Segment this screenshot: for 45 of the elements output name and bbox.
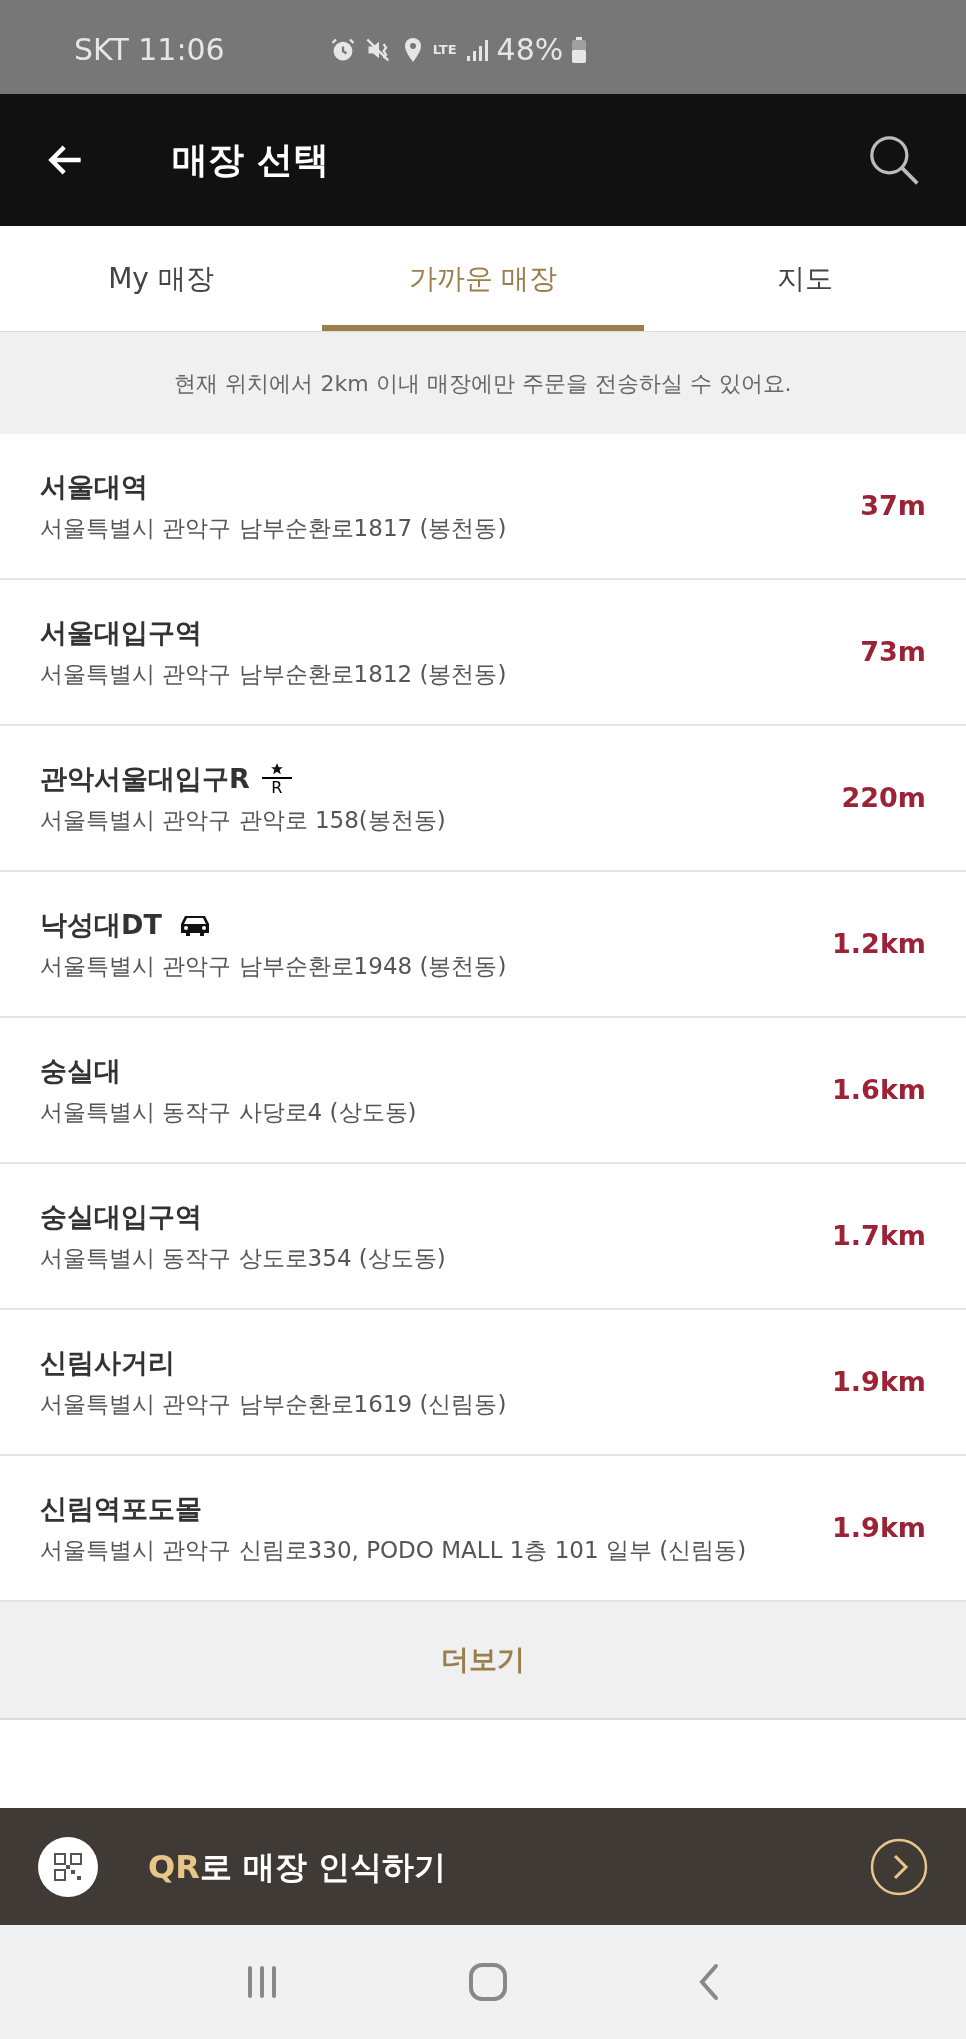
store-name: 관악서울대입구R (40, 761, 250, 796)
tab[interactable]: 지도 (644, 226, 966, 331)
chevron-right-icon (870, 1837, 928, 1896)
store-row[interactable]: 관악서울대입구R R 서울특별시 관악구 관악로 158(봉천동) 220m (0, 726, 966, 872)
signal-icon (464, 37, 489, 62)
qr-bar[interactable]: QR로 매장 인식하기 (0, 1808, 966, 1925)
network-label: LTE (432, 43, 457, 56)
store-distance: 37m (860, 488, 926, 523)
store-distance: 73m (860, 634, 926, 669)
store-address: 서울특별시 동작구 상도로354 (상도동) (40, 1244, 447, 1273)
battery-icon (571, 35, 588, 64)
qr-scan-label: QR로 매장 인식하기 (148, 1846, 447, 1888)
carrier-time: SKT 11:06 (74, 31, 225, 69)
page-title: 매장 선택 (172, 138, 329, 182)
store-row[interactable]: 숭실대입구역 서울특별시 동작구 상도로354 (상도동) 1.7km (0, 1164, 966, 1310)
store-distance: 1.9km (832, 1510, 926, 1545)
store-address: 서울특별시 관악구 남부순환로1812 (봉천동) (40, 660, 508, 689)
store-row[interactable]: 낙성대DT 서울특별시 관악구 남부순환로1948 (봉천동) 1.2km (0, 872, 966, 1018)
store-address: 서울특별시 관악구 남부순환로1619 (신림동) (40, 1390, 508, 1419)
store-distance: 1.2km (832, 926, 926, 961)
store-name: 서울대역 (40, 469, 148, 504)
battery-percent: 48% (496, 31, 564, 69)
store-row[interactable]: 신림사거리 서울특별시 관악구 남부순환로1619 (신림동) 1.9km (0, 1310, 966, 1456)
reserve-badge: R (261, 761, 292, 796)
store-name: 신림역포도몰 (40, 1491, 202, 1526)
store-address: 서울특별시 관악구 관악로 158(봉천동) (40, 806, 447, 835)
store-name: 서울대입구역 (40, 615, 202, 650)
store-row[interactable]: 서울대입구역 서울특별시 관악구 남부순환로1812 (봉천동) 73m (0, 580, 966, 726)
store-name: 숭실대입구역 (40, 1199, 202, 1234)
store-distance: 1.6km (832, 1072, 926, 1107)
store-address: 서울특별시 관악구 남부순환로1817 (봉천동) (40, 514, 508, 543)
store-row[interactable]: 서울대역 서울특별시 관악구 남부순환로1817 (봉천동) 37m (0, 434, 966, 580)
store-name: 신림사거리 (40, 1345, 175, 1380)
store-name: 낙성대DT (40, 907, 162, 942)
tab[interactable]: My 매장 (0, 226, 322, 331)
store-address: 서울특별시 동작구 사당로4 (상도동) (40, 1098, 418, 1127)
store-name: 숭실대 (40, 1053, 121, 1088)
notice-text: 현재 위치에서 2km 이내 매장에만 주문을 전송하실 수 있어요. (174, 369, 792, 398)
store-address: 서울특별시 관악구 남부순환로1948 (봉천동) (40, 952, 508, 981)
store-row[interactable]: 숭실대 서울특별시 동작구 사당로4 (상도동) 1.6km (0, 1018, 966, 1164)
store-distance: 220m (841, 780, 926, 815)
store-distance: 1.9km (832, 1364, 926, 1399)
store-address: 서울특별시 관악구 신림로330, PODO MALL 1층 101 일부 (신림동) (40, 1536, 748, 1565)
store-distance: 1.7km (832, 1218, 926, 1253)
home-icon[interactable] (468, 1962, 508, 2002)
